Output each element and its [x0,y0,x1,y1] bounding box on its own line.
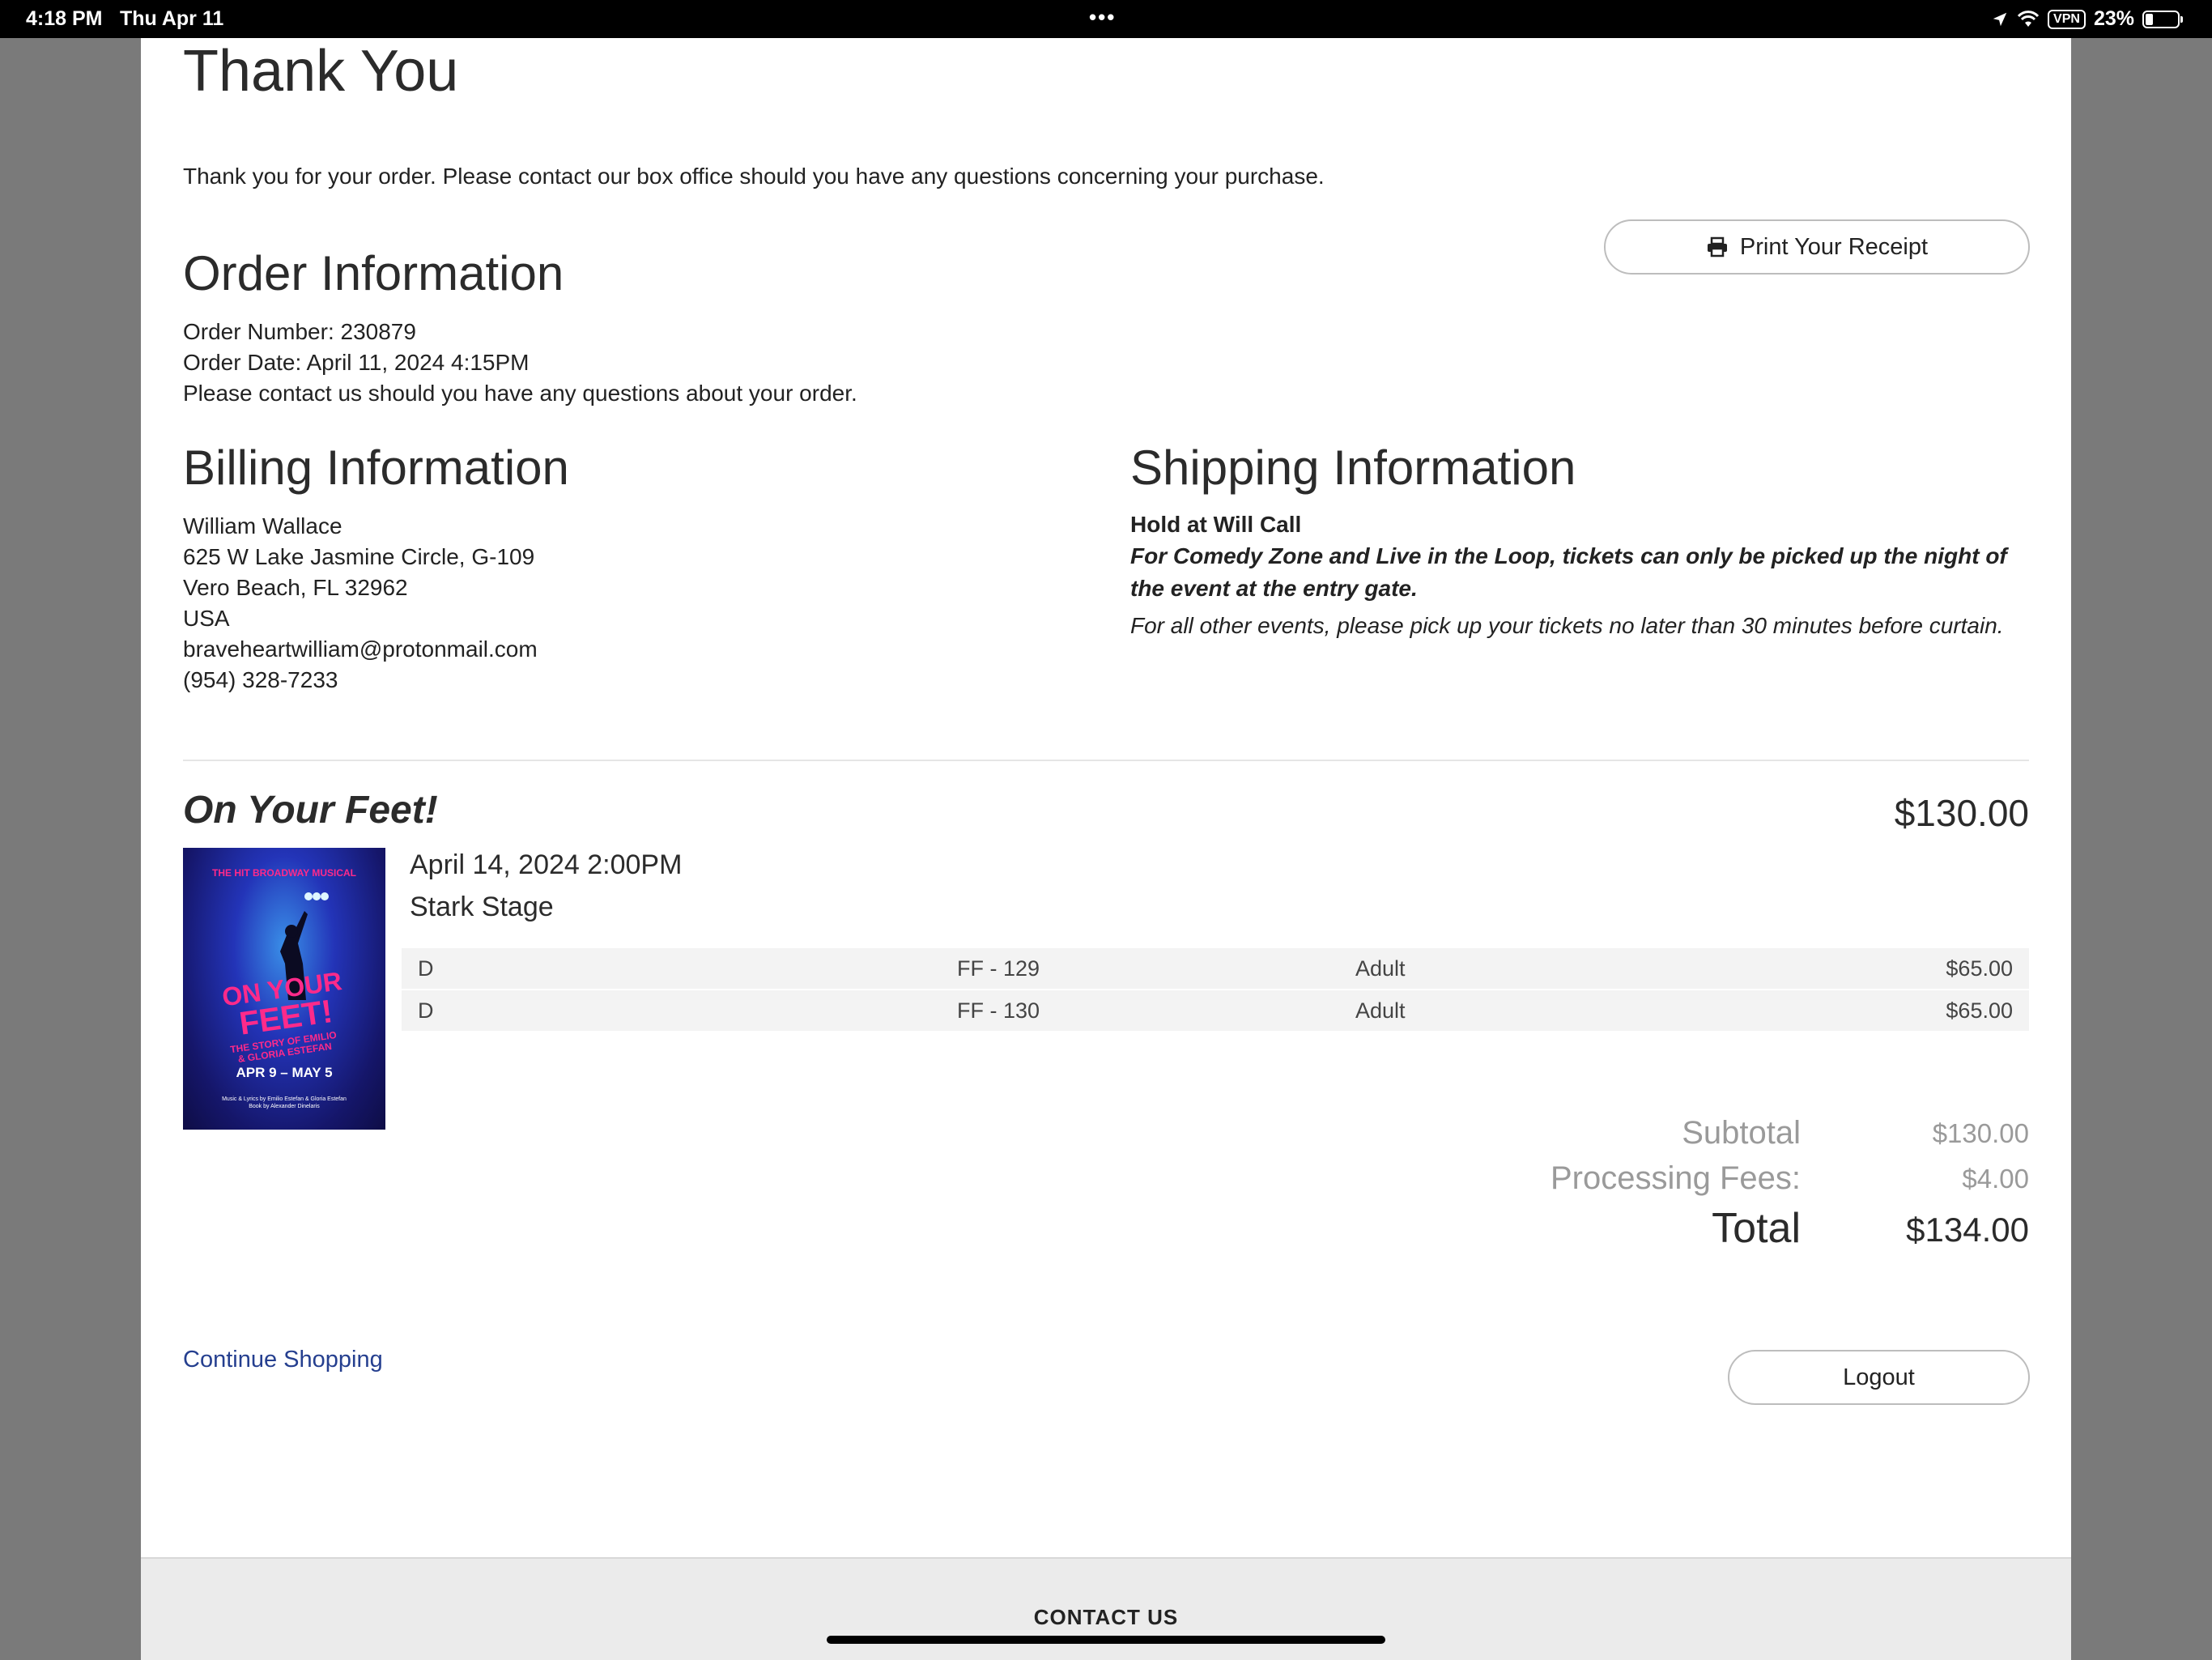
billing-heading: Billing Information [183,441,569,495]
billing-details: William Wallace 625 W Lake Jasmine Circl… [183,511,538,696]
order-details: Order Number: 230879 Order Date: April 1… [183,317,857,409]
billing-address1: 625 W Lake Jasmine Circle, G-109 [183,544,535,569]
total-label: Total [1712,1205,1801,1252]
page-title: Thank You [183,39,459,104]
poster-credits-line2: Book by Alexander Dinelaris [249,1104,320,1109]
event-venue: Stark Stage [410,892,554,922]
ticket-table: D FF - 129 Adult $65.00 D FF - 130 Adult… [402,948,2029,1032]
order-number: Order Number: 230879 [183,319,416,344]
event-datetime: April 14, 2024 2:00PM [410,849,683,880]
vpn-badge: VPN [2048,9,2086,29]
battery-icon [2142,10,2183,28]
status-time: 4:18 PM [26,7,103,30]
poster-dates: APR 9 – MAY 5 [236,1065,333,1080]
order-date: Order Date: April 11, 2024 4:15PM [183,350,530,375]
shipping-note-curtain: For all other events, please pick up you… [1130,613,2004,638]
poster-credits-line1: Music & Lyrics by Emilio Estefan & Glori… [222,1096,347,1102]
ticket-seat: FF - 129 [957,956,1040,981]
status-indicators: VPN 23% [1991,7,2183,31]
fees-value: $4.00 [1962,1164,2029,1194]
location-icon [1993,12,2007,26]
ticket-type: Adult [1355,956,1406,981]
print-receipt-button[interactable]: Print Your Receipt [1604,219,2030,275]
shipping-heading: Shipping Information [1130,441,1576,495]
print-receipt-label: Print Your Receipt [1739,233,1929,260]
shipping-note-pickup: For Comedy Zone and Live in the Loop, ti… [1130,543,2007,601]
poster-credits: Music & Lyrics by Emilio Estefan & Glori… [183,1096,385,1110]
status-date: Thu Apr 11 [120,7,224,30]
billing-phone: (954) 328-7233 [183,667,338,692]
ticket-section: D [418,956,434,981]
shipping-method: Hold at Will Call [1130,512,1302,537]
shipping-details: Hold at Will Call For Comedy Zone and Li… [1130,509,2029,642]
table-row: D FF - 129 Adult $65.00 [402,948,2029,990]
event-poster: THE HIT BROADWAY MUSICAL ON YOUR FEET! T… [183,848,385,1130]
home-indicator[interactable] [827,1636,1385,1644]
logout-label: Logout [1843,1364,1915,1390]
intro-text: Thank you for your order. Please contact… [183,164,1325,189]
poster-tagline: THE HIT BROADWAY MUSICAL [211,867,356,879]
continue-shopping-link[interactable]: Continue Shopping [183,1347,383,1373]
ticket-section: D [418,998,434,1023]
receipt-page: Thank You Thank you for your order. Plea… [141,38,2071,1557]
subtotal-value: $130.00 [1932,1118,2029,1148]
ticket-price: $65.00 [1946,998,2013,1023]
event-price: $130.00 [1894,792,2029,834]
ticket-price: $65.00 [1946,956,2013,981]
page-footer: CONTACT US [141,1557,2071,1660]
billing-name: William Wallace [183,513,342,538]
order-heading: Order Information [183,246,564,300]
billing-email: braveheartwilliam@protonmail.com [183,636,538,662]
logout-button[interactable]: Logout [1728,1350,2030,1405]
ticket-type: Adult [1355,998,1406,1023]
subtotal-label: Subtotal [1682,1115,1801,1151]
contact-us-heading: CONTACT US [1033,1605,1179,1629]
printer-icon [1707,236,1727,258]
order-note: Please contact us should you have any qu… [183,381,857,406]
table-row: D FF - 130 Adult $65.00 [402,990,2029,1032]
billing-country: USA [183,606,230,631]
section-divider [183,760,2029,761]
total-value: $134.00 [1906,1211,2029,1249]
status-bar: 4:18 PM Thu Apr 11 ••• VPN 23% [0,0,2212,38]
event-title: On Your Feet! [183,789,438,832]
battery-percent: 23% [2093,7,2134,30]
fees-label: Processing Fees: [1550,1160,1801,1196]
ticket-seat: FF - 130 [957,998,1040,1023]
multitasking-dots[interactable]: ••• [1089,5,1116,30]
wifi-icon [2017,10,2040,27]
billing-address2: Vero Beach, FL 32962 [183,575,408,600]
